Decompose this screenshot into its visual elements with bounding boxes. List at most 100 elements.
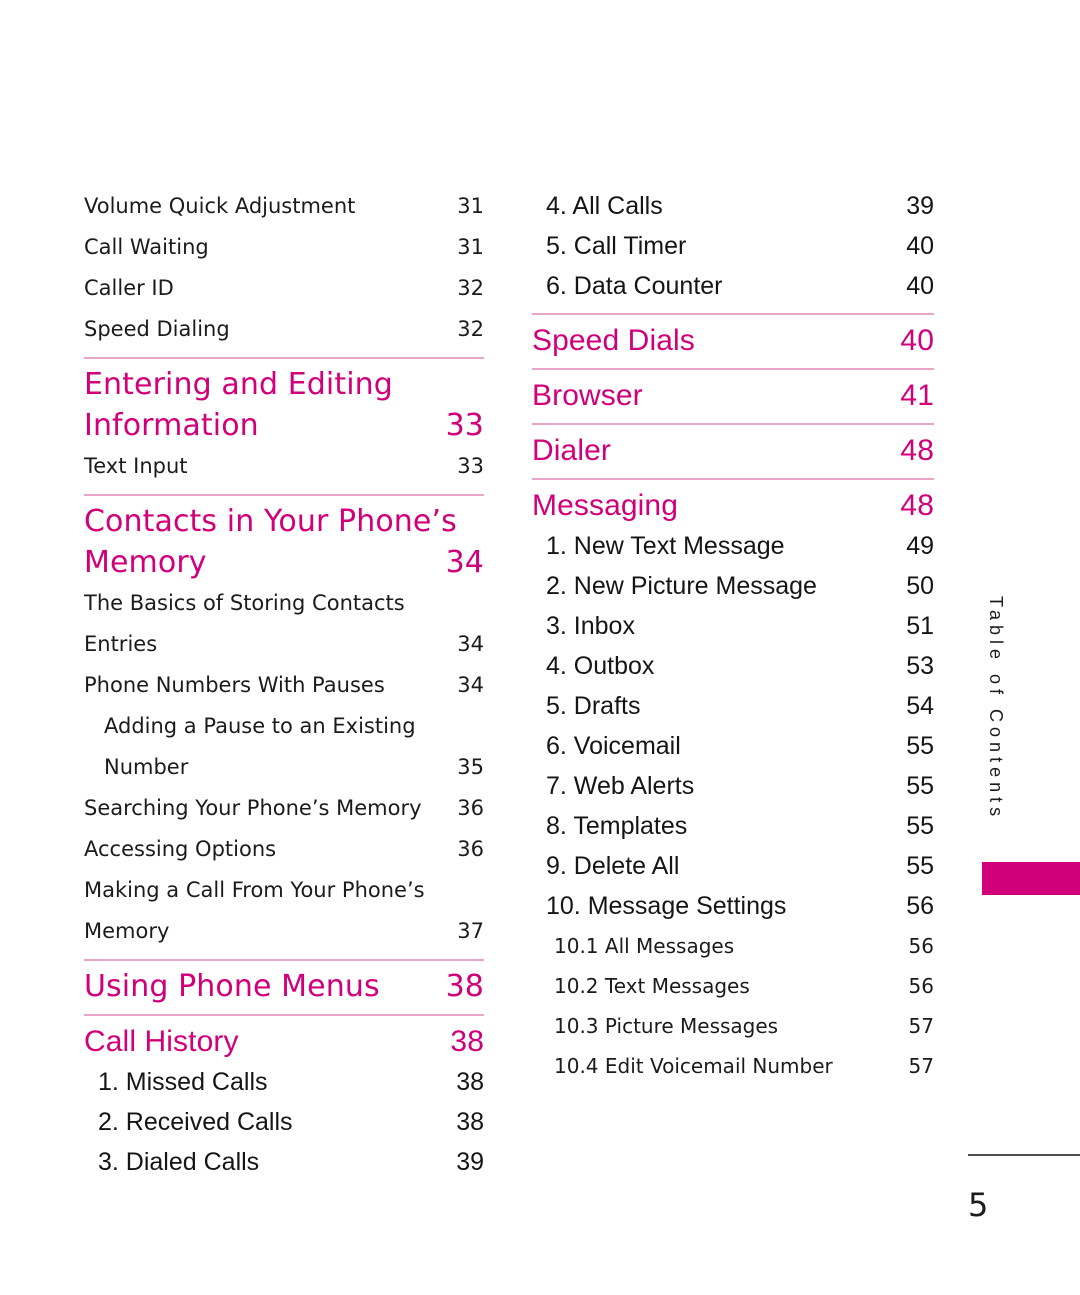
toc-numbered-entry[interactable]: 3. Dialed Calls 39: [98, 1142, 484, 1182]
section-tab-marker: [982, 862, 1080, 895]
toc-section-heading[interactable]: Call History 38: [84, 1021, 484, 1062]
toc-entry[interactable]: Phone Numbers With Pauses 34: [84, 665, 484, 706]
toc-numbered-entry[interactable]: 5. Call Timer 40: [546, 226, 934, 266]
toc-numbered-entry[interactable]: 5. Drafts 54: [546, 686, 934, 726]
toc-entry-page: 48: [900, 434, 934, 467]
toc-entry-label: Phone Numbers With Pauses: [84, 673, 385, 697]
toc-column-left: Volume Quick Adjustment 31 Call Waiting 31 C…: [84, 186, 484, 1182]
toc-entry-label: 4. Outbox: [546, 652, 655, 680]
toc-numbered-entry[interactable]: 4. All Calls 39: [546, 186, 934, 226]
section-divider: [532, 306, 934, 320]
toc-sub-entry[interactable]: 10.3 Picture Messages 57: [554, 1006, 934, 1046]
toc-section-heading[interactable]: Contacts in Your Phone’s Memory 34: [84, 501, 484, 583]
toc-entry-page: 39: [906, 192, 934, 220]
toc-entry-label: Caller ID: [84, 276, 174, 300]
toc-section-heading[interactable]: Dialer 48: [532, 430, 934, 471]
toc-entry-label: Dialer: [532, 434, 611, 467]
toc-entry-label: Call History: [84, 1025, 239, 1058]
toc-entry-label: Text Input: [84, 454, 188, 478]
toc-numbered-entry[interactable]: 1. New Text Message 49: [546, 526, 934, 566]
toc-section-heading[interactable]: Speed Dials 40: [532, 320, 934, 361]
toc-entry-page: 33: [457, 454, 484, 478]
toc-entry-label: 3. Dialed Calls: [98, 1148, 260, 1176]
toc-entry-label: 1. Missed Calls: [98, 1068, 268, 1096]
toc-entry-page: 38: [456, 1108, 484, 1136]
toc-entry-page: 32: [457, 276, 484, 300]
toc-entry-page: 38: [450, 1025, 484, 1058]
toc-entry[interactable]: Caller ID 32: [84, 268, 484, 309]
toc-entry[interactable]: The Basics of Storing Contacts Entries 34: [84, 583, 484, 665]
toc-numbered-entry[interactable]: 9. Delete All 55: [546, 846, 934, 886]
toc-entry-page: 38: [456, 1068, 484, 1096]
toc-entry-label: 4. All Calls: [546, 192, 663, 220]
toc-sub-entry[interactable]: 10.4 Edit Voicemail Number 57: [554, 1046, 934, 1086]
toc-entry-label: 6. Data Counter: [546, 272, 723, 300]
toc-entry-label-line1: Making a Call From Your Phone’s: [84, 878, 425, 902]
toc-entry[interactable]: Searching Your Phone’s Memory 36: [84, 788, 484, 829]
toc-entry-page: 34: [457, 673, 484, 697]
toc-entry-label: 10.2 Text Messages: [554, 974, 750, 998]
toc-numbered-entry[interactable]: 4. Outbox 53: [546, 646, 934, 686]
toc-section-heading[interactable]: Browser 41: [532, 375, 934, 416]
section-divider: [84, 1007, 484, 1021]
toc-entry[interactable]: Speed Dialing 32: [84, 309, 484, 350]
toc-numbered-entry[interactable]: 3. Inbox 51: [546, 606, 934, 646]
footer-rule: [968, 1154, 1080, 1156]
toc-entry[interactable]: Call Waiting 31: [84, 227, 484, 268]
toc-entry-label: 3. Inbox: [546, 612, 635, 640]
divider-line: [84, 357, 484, 359]
toc-numbered-entry[interactable]: 10. Message Settings 56: [546, 886, 934, 926]
toc-section-heading-line2: Memory: [84, 545, 207, 580]
toc-entry[interactable]: Text Input 33: [84, 446, 484, 487]
section-divider: [532, 416, 934, 430]
toc-entry-page: 41: [900, 379, 934, 412]
toc-entry-label: 10.1 All Messages: [554, 934, 735, 958]
toc-entry[interactable]: Adding a Pause to an Existing Number 35: [104, 706, 484, 788]
toc-entry-page: 56: [906, 892, 934, 920]
toc-entry-label: 1. New Text Message: [546, 532, 785, 560]
toc-numbered-entry[interactable]: 7. Web Alerts 55: [546, 766, 934, 806]
toc-entry-label: 5. Call Timer: [546, 232, 687, 260]
toc-entry-page: 55: [906, 732, 934, 760]
divider-line: [532, 478, 934, 480]
toc-numbered-entry[interactable]: 6. Voicemail 55: [546, 726, 934, 766]
toc-entry[interactable]: Accessing Options 36: [84, 829, 484, 870]
toc-entry-page: 32: [457, 317, 484, 341]
toc-numbered-entry[interactable]: 8. Templates 55: [546, 806, 934, 846]
toc-numbered-entry[interactable]: 2. New Picture Message 50: [546, 566, 934, 606]
toc-section-heading-page: 33: [445, 408, 484, 443]
toc-entry-label: Browser: [532, 379, 643, 412]
toc-numbered-entry[interactable]: 2. Received Calls 38: [98, 1102, 484, 1142]
toc-sub-entry[interactable]: 10.2 Text Messages 56: [554, 966, 934, 1006]
toc-section-heading[interactable]: Messaging 48: [532, 485, 934, 526]
toc-entry-page: 51: [906, 612, 934, 640]
toc-entry-page: 57: [908, 1014, 934, 1038]
side-tab-label: Table of Contents: [986, 596, 1006, 822]
toc-entry-page: 34: [457, 632, 484, 656]
section-divider: [532, 361, 934, 375]
toc-numbered-entry[interactable]: 1. Missed Calls 38: [98, 1062, 484, 1102]
toc-entry[interactable]: Volume Quick Adjustment 31: [84, 186, 484, 227]
toc-section-heading-line1: Entering and Editing: [84, 367, 393, 402]
toc-sub-entry[interactable]: 10.1 All Messages 56: [554, 926, 934, 966]
toc-section-heading[interactable]: Entering and Editing Information 33: [84, 364, 484, 446]
toc-entry-page: 55: [906, 852, 934, 880]
toc-entry-page: 53: [906, 652, 934, 680]
toc-entry-label: 6. Voicemail: [546, 732, 681, 760]
toc-entry-label: 10.3 Picture Messages: [554, 1014, 779, 1038]
toc-entry-label: Accessing Options: [84, 837, 277, 861]
toc-entry-label: 10.4 Edit Voicemail Number: [554, 1054, 833, 1078]
page-number: 5: [968, 1186, 989, 1224]
toc-entry-label: 10. Message Settings: [546, 892, 787, 920]
toc-entry-label: 9. Delete All: [546, 852, 680, 880]
toc-section-heading[interactable]: Using Phone Menus 38: [84, 966, 484, 1007]
toc-entry-page: 31: [457, 235, 484, 259]
section-divider: [84, 487, 484, 501]
toc-entry[interactable]: Making a Call From Your Phone’s Memory 37: [84, 870, 484, 952]
toc-entry-page: 31: [457, 194, 484, 218]
toc-section-heading-page: 34: [445, 545, 484, 580]
toc-numbered-entry[interactable]: 6. Data Counter 40: [546, 266, 934, 306]
toc-entry-label: Using Phone Menus: [84, 969, 380, 1004]
toc-entry-page: 50: [906, 572, 934, 600]
toc-entry-page: 57: [908, 1054, 934, 1078]
